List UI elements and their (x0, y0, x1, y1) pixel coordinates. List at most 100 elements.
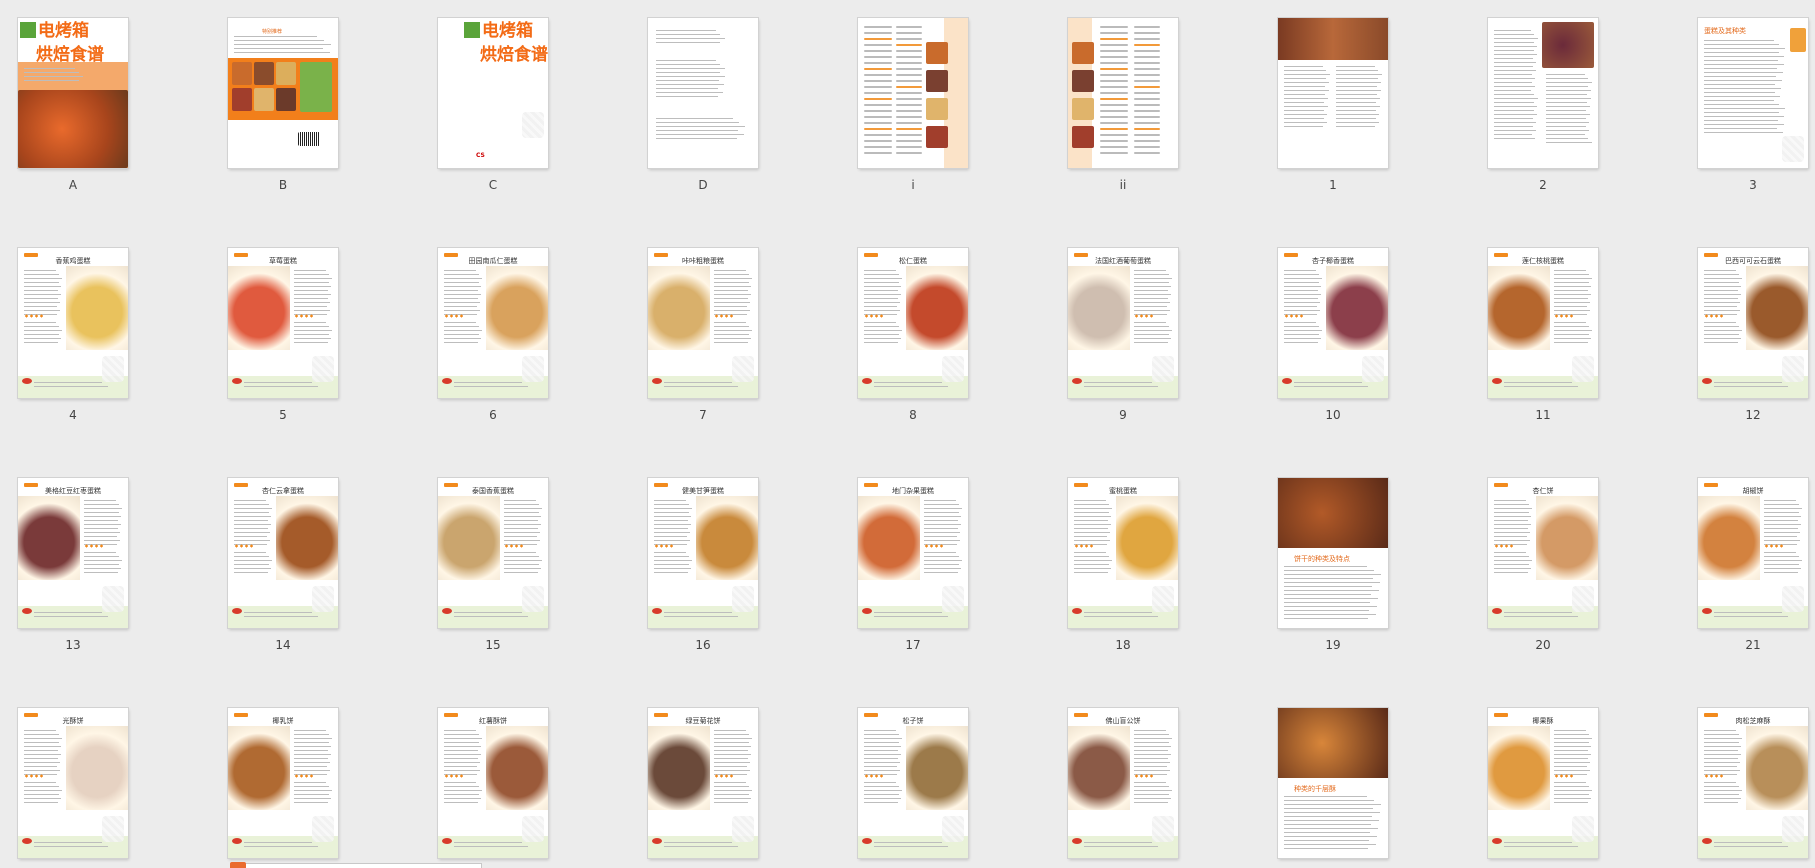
page-thumbnail[interactable]: 佛山盲公饼 (1068, 708, 1178, 858)
product-photo (254, 62, 274, 85)
step-icons (924, 544, 944, 548)
page-thumbnail[interactable] (1488, 18, 1598, 168)
text-line (1284, 832, 1371, 833)
watermark-graphic (1572, 816, 1594, 842)
page-thumbnail[interactable]: 蛋糕及其种类 (1698, 18, 1808, 168)
page-thumbnail[interactable]: 椰乳饼 (228, 708, 338, 858)
text-line (1704, 730, 1737, 731)
page-thumbnail[interactable]: 咔咔粗粮蛋糕 (648, 248, 758, 398)
page-thumbnail[interactable]: 饼干的种类及特点 (1278, 478, 1388, 628)
text-line (294, 746, 332, 747)
page-thumbnail[interactable]: 种类的千层酥 (1278, 708, 1388, 858)
text-line (1554, 770, 1591, 771)
text-line (864, 274, 899, 275)
page-number-label: 10 (1325, 408, 1341, 422)
page-thumbnail[interactable]: 杏仁饼 (1488, 478, 1598, 628)
text-line (664, 846, 738, 847)
page-thumbnail[interactable]: 松仁蛋糕 (858, 248, 968, 398)
text-block (1284, 66, 1330, 130)
page-thumbnail[interactable]: 电烤箱 烘焙食谱 (18, 18, 128, 168)
page-thumbnail[interactable]: 美格红豆红枣蛋糕 (18, 478, 128, 628)
page-number-label: B (278, 178, 288, 192)
text-line (1074, 532, 1111, 533)
text-line (924, 532, 961, 533)
recipe-title: 红薯酥饼 (479, 717, 507, 725)
text-line (1494, 94, 1535, 95)
toc-entry (1134, 122, 1160, 124)
text-line (664, 842, 732, 843)
cake-photo (1790, 28, 1806, 52)
toc-entry (896, 62, 922, 64)
page-thumbnail[interactable]: 杏仁云拿蛋糕 (228, 478, 338, 628)
text-line (1714, 846, 1788, 847)
page-thumbnail[interactable]: 电烤箱 烘焙食谱 CS (438, 18, 548, 168)
text-line (1704, 124, 1784, 125)
text-line (654, 508, 692, 509)
step-icons (1704, 314, 1724, 318)
page-thumbnail[interactable] (1068, 18, 1178, 168)
page-thumbnail[interactable] (1278, 18, 1388, 168)
page-thumbnail[interactable]: 特别推荐 (228, 18, 338, 168)
text-block (504, 552, 542, 576)
page-thumbnail[interactable]: 地门杂果蛋糕 (858, 478, 968, 628)
page-thumbnail[interactable]: 松子饼 (858, 708, 968, 858)
text-line (714, 330, 752, 331)
text-line (294, 786, 329, 787)
text-line (1336, 126, 1376, 127)
page-thumbnail[interactable]: 光酥饼 (18, 708, 128, 858)
text-line (714, 290, 749, 291)
text-line (444, 758, 478, 759)
text-line (1336, 118, 1376, 119)
page-thumbnail[interactable] (858, 18, 968, 168)
text-line (1134, 294, 1171, 295)
text-line (444, 334, 479, 335)
page-thumbnail[interactable]: 红薯酥饼 (438, 708, 548, 858)
text-line (1134, 766, 1168, 767)
text-line (1134, 738, 1172, 739)
page-thumbnail[interactable]: 田园南瓜仁蛋糕 (438, 248, 548, 398)
page-thumbnail[interactable]: 蜜桃蛋糕 (1068, 478, 1178, 628)
page-thumbnail[interactable]: 法国红酒葡萄蛋糕 (1068, 248, 1178, 398)
app-icon[interactable] (230, 862, 246, 868)
page-thumbnail[interactable]: 健美甘笋蛋糕 (648, 478, 758, 628)
text-line (1554, 750, 1589, 751)
page-thumbnail[interactable]: 香蕉鸡蛋糕 (18, 248, 128, 398)
page-thumbnail[interactable] (648, 18, 758, 168)
text-line (1554, 286, 1592, 287)
page-thumbnail[interactable]: 杏子椰香蛋糕 (1278, 248, 1388, 398)
page-thumbnail[interactable]: 草莓蛋糕 (228, 248, 338, 398)
text-line (1494, 130, 1536, 131)
page-thumbnail[interactable]: 泰国香蕉蛋糕 (438, 478, 548, 628)
toc-entry (864, 62, 892, 64)
text-line (1134, 746, 1172, 747)
recipe-photo (276, 496, 338, 580)
text-line (1546, 126, 1586, 127)
text-line (1704, 270, 1737, 271)
text-line (444, 298, 478, 299)
text-line (1074, 524, 1111, 525)
taskbar-preview[interactable] (230, 863, 482, 868)
page-thumbnail[interactable]: 绿豆菊花饼 (648, 708, 758, 858)
text-line (294, 738, 332, 739)
text-line (864, 798, 902, 799)
page-thumbnail[interactable]: 胡椒饼 (1698, 478, 1808, 628)
step-icons (1134, 774, 1154, 778)
text-block (656, 30, 726, 46)
recipe-title: 光酥饼 (62, 717, 84, 725)
page-number-label: 15 (485, 638, 501, 652)
text-line (1704, 116, 1785, 117)
page-thumbnail[interactable]: 椰果酥 (1488, 708, 1598, 858)
text-line (1494, 30, 1532, 31)
text-line (1284, 302, 1321, 303)
text-line (84, 536, 118, 537)
text-line (1134, 322, 1167, 323)
text-line (864, 738, 902, 739)
toc-entry (864, 38, 892, 40)
text-line (1494, 86, 1535, 87)
page-thumbnail[interactable]: 莲仁核桃蛋糕 (1488, 248, 1598, 398)
page-thumbnail[interactable]: 巴西可可云石蛋糕 (1698, 248, 1808, 398)
text-line (1074, 556, 1109, 557)
text-line (234, 516, 272, 517)
page-thumbnail[interactable]: 肉松芝麻酥 (1698, 708, 1808, 858)
text-line (234, 48, 324, 49)
